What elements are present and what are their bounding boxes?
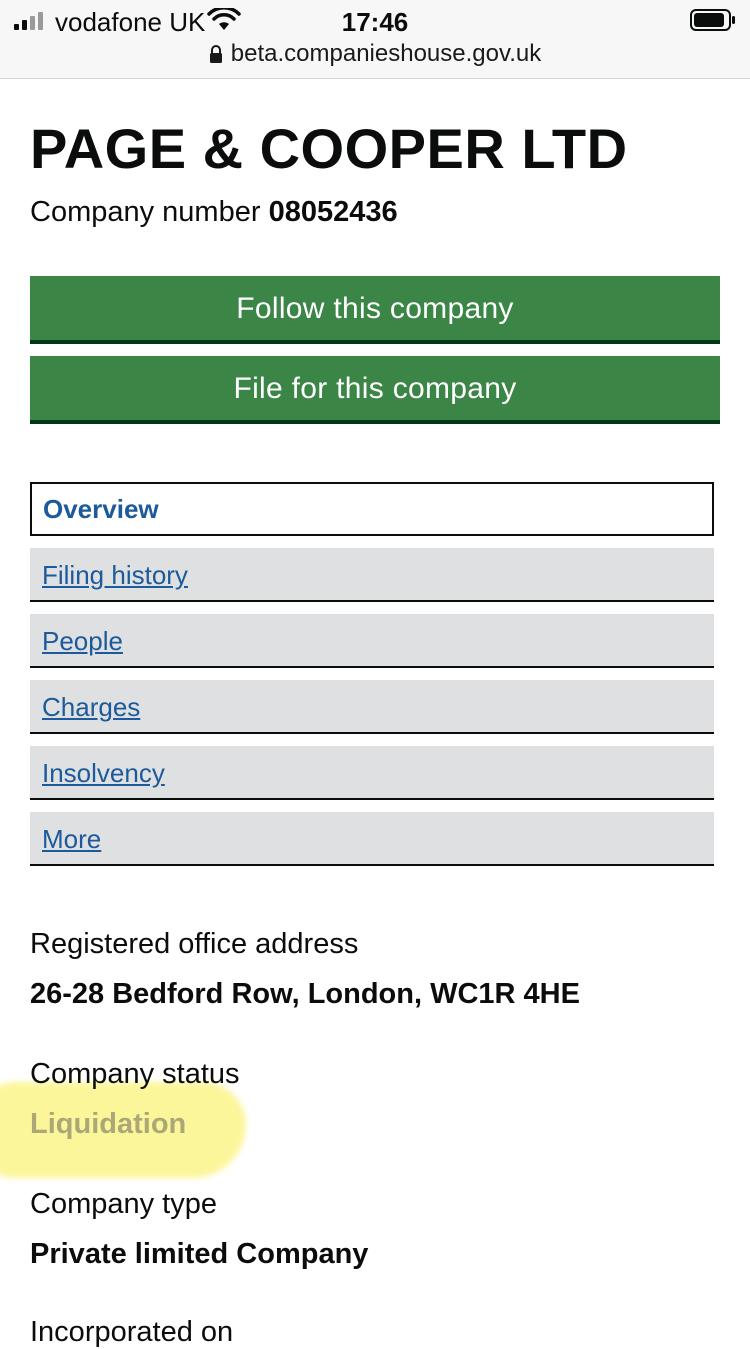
follow-company-button[interactable]: Follow this company <box>30 276 720 344</box>
battery-icon <box>690 9 735 31</box>
tab-charges[interactable]: Charges <box>30 680 714 734</box>
address-bar[interactable]: beta.companieshouse.gov.uk <box>0 40 750 68</box>
company-number: Company number 08052436 <box>30 196 398 229</box>
status-bar: vodafone UK 17:46 beta.companieshouse.go… <box>0 0 750 79</box>
tab-overview[interactable]: Overview <box>30 482 714 536</box>
registered-address-value: 26-28 Bedford Row, London, WC1R 4HE <box>30 978 580 1010</box>
tab-insolvency[interactable]: Insolvency <box>30 746 714 800</box>
page-title: PAGE & COOPER LTD <box>30 117 628 180</box>
company-type-label: Company type <box>30 1188 217 1220</box>
company-number-value: 08052436 <box>268 196 398 228</box>
incorporated-on-label: Incorporated on <box>30 1316 234 1348</box>
tab-more[interactable]: More <box>30 812 714 866</box>
lock-icon <box>209 45 222 63</box>
registered-address-label: Registered office address <box>30 928 359 960</box>
tab-people[interactable]: People <box>30 614 714 668</box>
tab-people-link[interactable]: People <box>42 626 123 656</box>
tab-more-link[interactable]: More <box>42 824 101 854</box>
company-status-label: Company status <box>30 1058 240 1090</box>
company-number-label: Company number <box>30 196 261 228</box>
tab-filing-history-link[interactable]: Filing history <box>42 560 188 590</box>
clock: 17:46 <box>341 7 409 37</box>
file-for-company-button[interactable]: File for this company <box>30 356 720 424</box>
tab-insolvency-link[interactable]: Insolvency <box>42 758 165 788</box>
company-status-value: Liquidation <box>30 1108 187 1140</box>
tab-charges-link[interactable]: Charges <box>42 692 140 722</box>
tab-filing-history[interactable]: Filing history <box>30 548 714 602</box>
company-type-value: Private limited Company <box>30 1238 369 1270</box>
url-text: beta.companieshouse.gov.uk <box>230 40 542 67</box>
